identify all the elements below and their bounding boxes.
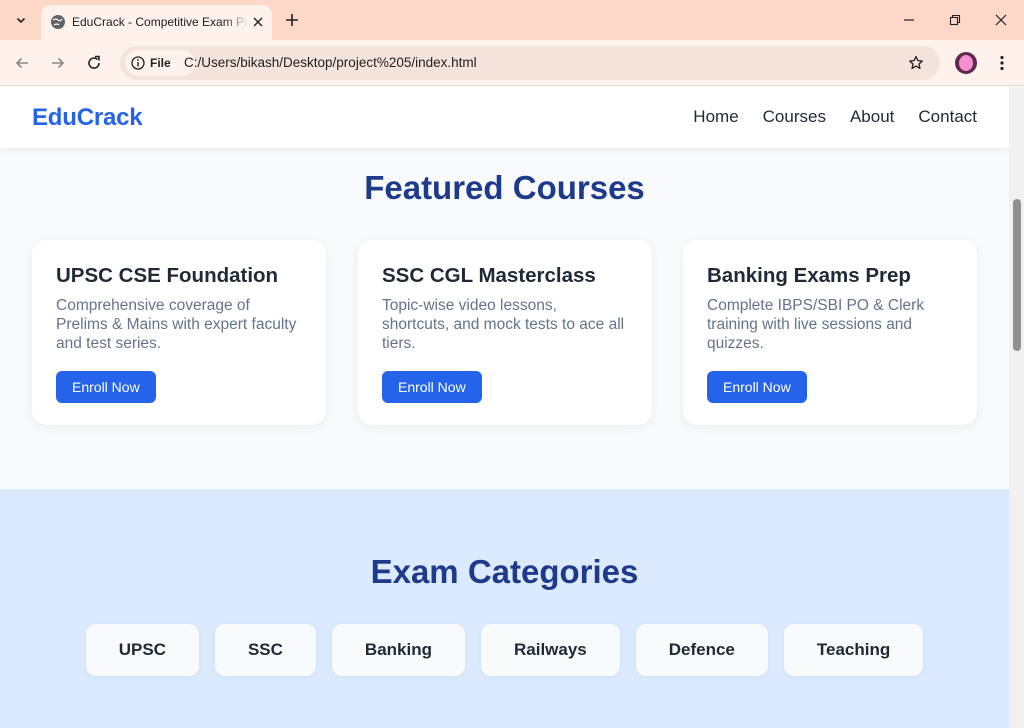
chevron-down-icon — [16, 17, 26, 24]
minimize-icon — [904, 19, 914, 21]
browser-toolbar: File C:/Users/bikash/Desktop/project%205… — [0, 40, 1024, 86]
close-icon — [253, 17, 263, 27]
new-tab-button[interactable] — [281, 9, 303, 31]
tab-search-button[interactable] — [8, 7, 34, 33]
category-chip-upsc[interactable]: UPSC — [85, 624, 199, 676]
nav-contact[interactable]: Contact — [918, 107, 977, 127]
category-list: UPSC SSC Banking Railways Defence Teachi… — [0, 624, 1009, 676]
enroll-button[interactable]: Enroll Now — [56, 371, 156, 403]
tab-title: EduCrack - Competitive Exam Preparation — [72, 14, 248, 30]
info-icon — [131, 56, 145, 70]
course-card: SSC CGL Masterclass Topic-wise video les… — [358, 240, 652, 425]
enroll-button[interactable]: Enroll Now — [707, 371, 807, 403]
page-viewport: EduCrack Home Courses About Contact Feat… — [0, 87, 1009, 728]
exam-categories-section: Exam Categories UPSC SSC Banking Railway… — [0, 489, 1009, 728]
brand-logo[interactable]: EduCrack — [32, 104, 143, 132]
category-chip-defence[interactable]: Defence — [635, 624, 768, 676]
category-chip-banking[interactable]: Banking — [331, 624, 465, 676]
nav-about[interactable]: About — [850, 107, 894, 127]
course-title: Banking Exams Prep — [707, 264, 911, 287]
globe-icon — [51, 15, 65, 29]
reload-button[interactable] — [80, 49, 108, 77]
category-chip-teaching[interactable]: Teaching — [783, 624, 924, 676]
site-chip-label: File — [150, 56, 171, 70]
course-description: Complete IBPS/SBI PO & Clerk training wi… — [707, 297, 925, 352]
reload-icon — [88, 55, 100, 69]
page-scrollbar[interactable] — [1009, 87, 1024, 728]
close-window-button[interactable] — [978, 0, 1024, 40]
exam-categories-title: Exam Categories — [370, 553, 639, 590]
scrollbar-thumb[interactable] — [1013, 199, 1021, 351]
course-title: SSC CGL Masterclass — [382, 264, 596, 287]
star-icon — [909, 55, 923, 70]
site-header: EduCrack Home Courses About Contact — [0, 87, 1009, 148]
tab-close-button[interactable] — [248, 12, 268, 32]
course-description: Topic-wise video lessons, shortcuts, and… — [382, 297, 625, 352]
course-card: UPSC CSE Foundation Comprehensive covera… — [32, 240, 326, 425]
course-card: Banking Exams Prep Complete IBPS/SBI PO … — [683, 240, 977, 425]
arrow-left-icon — [15, 57, 28, 69]
more-vertical-icon — [1000, 55, 1004, 71]
plus-icon — [286, 14, 298, 26]
category-chip-ssc[interactable]: SSC — [214, 624, 316, 676]
close-icon — [995, 14, 1007, 26]
profile-avatar[interactable] — [955, 52, 977, 74]
course-description: Comprehensive coverage of Prelims & Main… — [56, 297, 297, 352]
forward-button[interactable] — [44, 49, 72, 77]
minimize-button[interactable] — [886, 0, 932, 40]
back-button[interactable] — [8, 49, 36, 77]
bookmark-button[interactable] — [905, 52, 927, 74]
category-chip-railways[interactable]: Railways — [480, 624, 620, 676]
nav-home[interactable]: Home — [693, 107, 738, 127]
arrow-right-icon — [52, 57, 65, 69]
enroll-button[interactable]: Enroll Now — [382, 371, 482, 403]
nav-courses[interactable]: Courses — [763, 107, 826, 127]
course-title: UPSC CSE Foundation — [56, 264, 279, 287]
address-bar[interactable]: File C:/Users/bikash/Desktop/project%205… — [120, 46, 940, 80]
featured-courses-title: Featured Courses — [364, 169, 645, 206]
browser-tab[interactable]: EduCrack - Competitive Exam Preparation — [41, 5, 272, 40]
restore-icon — [949, 14, 961, 26]
browser-menu-button[interactable] — [990, 51, 1014, 75]
browser-tab-bar: EduCrack - Competitive Exam Preparation — [0, 0, 1024, 40]
restore-button[interactable] — [932, 0, 978, 40]
url-text[interactable]: C:/Users/bikash/Desktop/project%205/inde… — [184, 55, 477, 71]
site-nav: Home Courses About Contact — [693, 107, 977, 127]
